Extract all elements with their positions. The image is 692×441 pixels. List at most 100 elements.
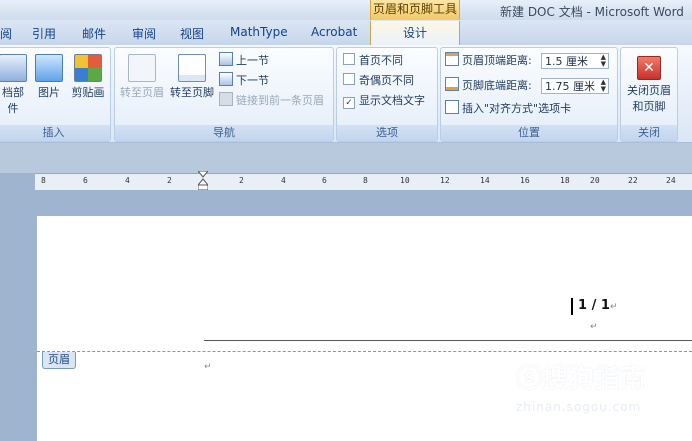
clipart-label: 剪贴画 — [71, 86, 105, 99]
close-header-footer-button[interactable]: ✕ 关闭页眉 和页脚 — [623, 56, 675, 114]
header-distance-label: 页眉顶端距离: — [462, 54, 532, 67]
group-options: 首页不同 奇偶页不同 ✓ 显示文档文字 选项 — [336, 47, 438, 142]
show-document-text-label: 显示文档文字 — [359, 94, 425, 107]
indent-marker-icon[interactable] — [198, 171, 208, 191]
alignment-tab-icon — [445, 100, 459, 114]
goto-header-button[interactable]: 转至页眉 — [119, 54, 165, 100]
header-tag-label: 页眉 — [42, 352, 76, 369]
context-tool-group-label: 页眉和页脚工具 — [370, 0, 460, 20]
checkbox-checked-icon: ✓ — [343, 97, 355, 109]
ruler-number: 14 — [480, 176, 490, 185]
link-icon — [219, 92, 233, 106]
close-icon: ✕ — [637, 56, 661, 80]
footer-distance-input[interactable]: 1.75 厘米 ▲ ▼ — [541, 78, 609, 94]
group-position: 页眉顶端距离: 1.5 厘米 ▲ ▼ 页脚底端距离: 1.75 厘米 ▲ ▼ 插入"… — [440, 47, 618, 142]
footer-distance-value: 1.75 厘米 — [545, 80, 595, 93]
picture-label: 图片 — [38, 86, 60, 99]
goto-footer-icon — [178, 54, 206, 82]
ruler-number: 18 — [560, 176, 570, 185]
group-position-label: 位置 — [441, 125, 617, 141]
next-section-button[interactable]: 下一节 — [219, 72, 269, 90]
prev-section-button[interactable]: 上一节 — [219, 52, 269, 70]
text-cursor — [571, 298, 573, 315]
ruler-number: 8 — [41, 176, 46, 185]
horizontal-ruler[interactable]: 8 6 4 2 2 4 6 8 10 12 14 16 18 20 22 24 — [35, 173, 692, 191]
ruler-number: 12 — [440, 176, 450, 185]
ruler-number: 10 — [400, 176, 410, 185]
page-number-field[interactable]: 1 / 1 — [578, 298, 610, 313]
group-navigation: 转至页眉 转至页脚 上一节 下一节 链接到前一条页眉 导航 — [114, 47, 334, 142]
watermark-url: zhinan.sogou.com — [516, 400, 642, 414]
picture-icon — [35, 54, 63, 82]
different-first-page-checkbox[interactable]: 首页不同 — [343, 52, 403, 70]
ruler-number: 8 — [363, 176, 368, 185]
tab-mathtype[interactable]: MathType — [230, 25, 288, 39]
ruler-number: 16 — [520, 176, 530, 185]
paragraph-mark: ↵ — [204, 362, 212, 372]
footer-distance-icon — [445, 77, 459, 91]
ruler-band — [0, 143, 692, 173]
checkbox-unchecked-icon — [343, 53, 355, 65]
group-insert: 档部件 图片 剪贴画 插入 — [0, 47, 111, 142]
goto-header-label: 转至页眉 — [120, 86, 164, 99]
different-odd-even-checkbox[interactable]: 奇偶页不同 — [343, 72, 414, 90]
different-odd-even-label: 奇偶页不同 — [359, 74, 414, 87]
header-bottom-border — [204, 340, 692, 341]
quick-parts-label: 档部件 — [2, 86, 24, 115]
insert-alignment-tab-button[interactable]: 插入"对齐方式"选项卡 — [445, 100, 571, 118]
picture-button[interactable]: 图片 — [33, 54, 65, 100]
ruler-number: 22 — [628, 176, 638, 185]
close-header-footer-label-1: 关闭页眉 — [627, 84, 671, 97]
next-section-label: 下一节 — [236, 74, 269, 87]
ruler-number: 20 — [590, 176, 600, 185]
header-distance-label-row: 页眉顶端距离: — [445, 52, 532, 70]
tab-layout[interactable]: 阅 — [0, 25, 12, 42]
ribbon-tab-row: 阅 引用 邮件 审阅 视图 MathType Acrobat — [0, 20, 692, 45]
spinner-arrows-icon[interactable]: ▲ ▼ — [601, 79, 606, 93]
footer-distance-label: 页脚底端距离: — [462, 79, 532, 92]
ruler-number: 4 — [281, 176, 286, 185]
tab-review[interactable]: 审阅 — [132, 25, 156, 42]
group-options-label: 选项 — [337, 125, 437, 141]
clipart-button[interactable]: 剪贴画 — [69, 54, 107, 100]
next-section-icon — [219, 72, 233, 86]
ruler-number: 2 — [167, 176, 172, 185]
ruler-number: 4 — [125, 176, 130, 185]
goto-footer-button[interactable]: 转至页脚 — [169, 54, 215, 100]
group-navigation-label: 导航 — [115, 125, 333, 141]
insert-alignment-tab-label: 插入"对齐方式"选项卡 — [462, 102, 572, 115]
paragraph-mark: ↵ — [590, 322, 598, 332]
quick-parts-icon — [0, 54, 27, 82]
tab-references[interactable]: 引用 — [32, 25, 56, 42]
show-document-text-checkbox[interactable]: ✓ 显示文档文字 — [343, 92, 425, 110]
checkbox-unchecked-icon — [343, 73, 355, 85]
header-distance-value: 1.5 厘米 — [545, 55, 588, 68]
spinner-arrows-icon[interactable]: ▲ ▼ — [601, 54, 606, 68]
link-to-previous-label: 链接到前一条页眉 — [236, 94, 324, 107]
ruler-number: 2 — [239, 176, 244, 185]
prev-section-label: 上一节 — [236, 54, 269, 67]
tab-mailings[interactable]: 邮件 — [82, 25, 106, 42]
header-distance-icon — [445, 52, 459, 66]
header-distance-input[interactable]: 1.5 厘米 ▲ ▼ — [541, 53, 609, 69]
group-close: ✕ 关闭页眉 和页脚 关闭 — [620, 47, 678, 142]
close-header-footer-label-2: 和页脚 — [632, 100, 666, 113]
goto-footer-label: 转至页脚 — [170, 86, 214, 99]
link-to-previous-button[interactable]: 链接到前一条页眉 — [219, 92, 324, 110]
tab-acrobat[interactable]: Acrobat — [311, 25, 357, 39]
watermark-logo: ⓢ搜狗指南 — [516, 364, 647, 394]
different-first-page-label: 首页不同 — [359, 54, 403, 67]
window-title: 新建 DOC 文档 - Microsoft Word — [500, 5, 684, 19]
quick-parts-button[interactable]: 档部件 — [0, 54, 29, 116]
group-insert-label: 插入 — [0, 125, 110, 141]
tab-design[interactable]: 设计 — [370, 21, 460, 46]
prev-section-icon — [219, 52, 233, 66]
footer-distance-label-row: 页脚底端距离: — [445, 77, 532, 95]
group-close-label: 关闭 — [621, 125, 677, 141]
paragraph-mark: ↵ — [610, 302, 618, 312]
header-boundary-line — [37, 351, 692, 352]
clipart-icon — [74, 54, 102, 82]
ruler-number: 6 — [83, 176, 88, 185]
ruler-number: 24 — [666, 176, 676, 185]
tab-view[interactable]: 视图 — [180, 25, 204, 42]
